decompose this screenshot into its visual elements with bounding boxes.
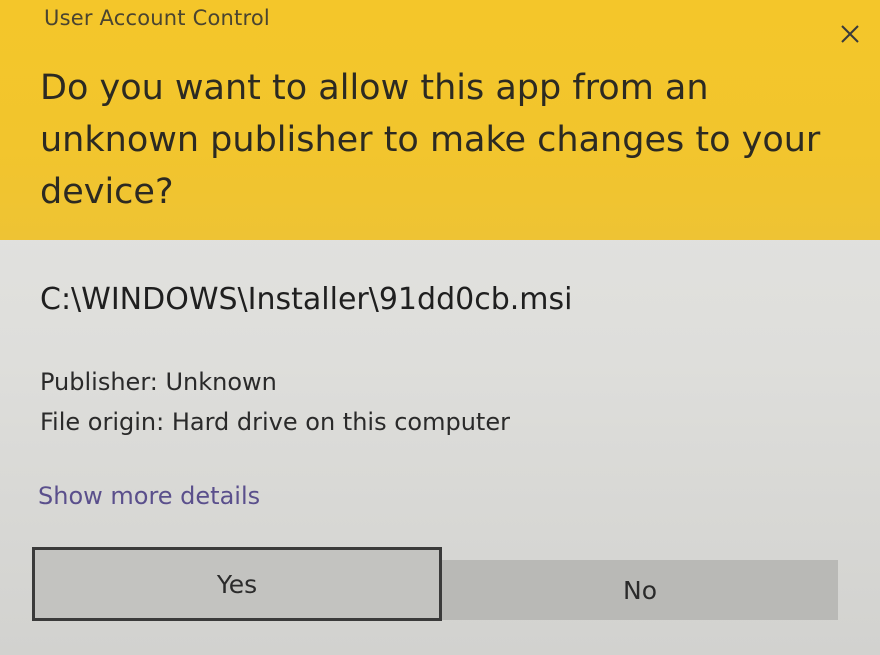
no-button[interactable]: No [442,560,838,620]
yes-button[interactable]: Yes [32,547,442,621]
close-icon[interactable] [836,20,864,48]
prompt-question: Do you want to allow this app from an un… [40,68,821,212]
uac-body: C:\WINDOWS\Installer\91dd0cb.msi Publish… [0,240,880,655]
file-origin-info: File origin: Hard drive on this computer [40,408,510,436]
show-more-details-link[interactable]: Show more details [38,482,260,510]
publisher-info: Publisher: Unknown [40,368,277,396]
uac-dialog: User Account Control Do you want to allo… [0,0,880,655]
window-title: User Account Control [44,6,270,30]
uac-header: User Account Control Do you want to allo… [0,0,880,240]
app-path: C:\WINDOWS\Installer\91dd0cb.msi [40,282,573,317]
